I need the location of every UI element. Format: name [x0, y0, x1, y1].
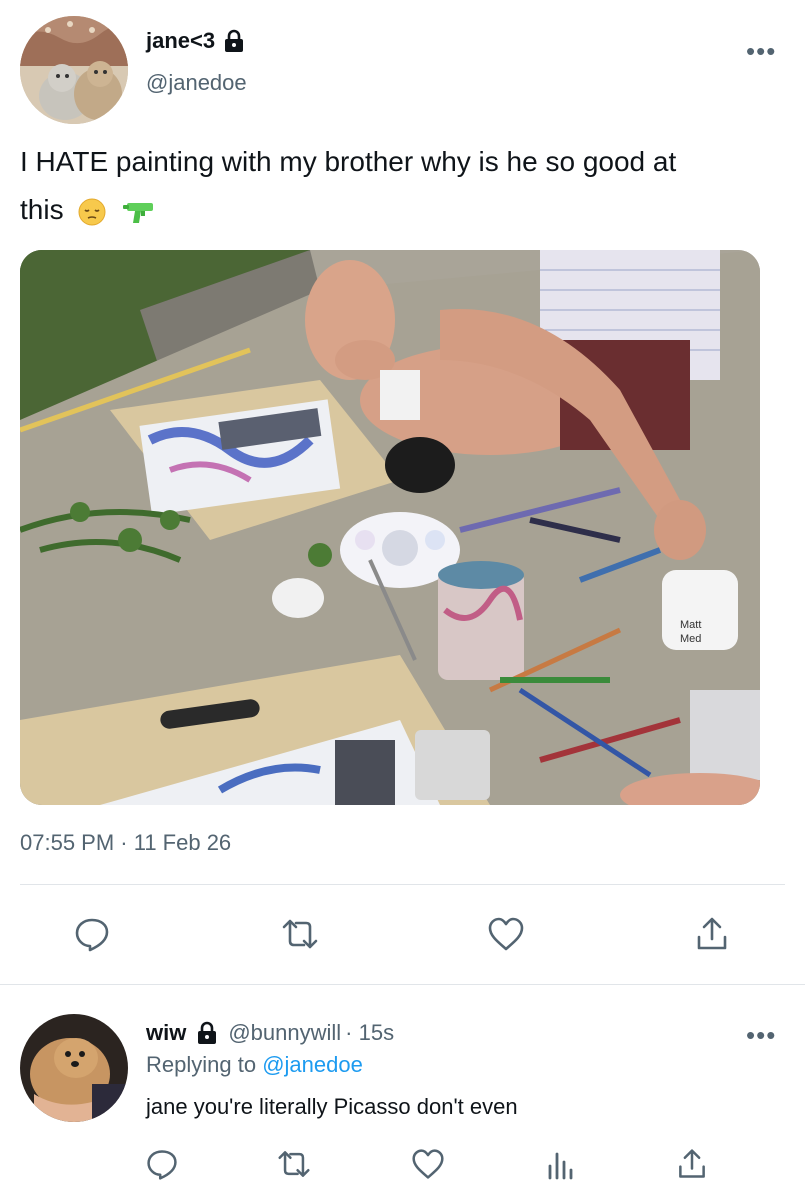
reply-reply-button[interactable]: [142, 1144, 182, 1184]
reply-more-options-icon[interactable]: •••: [746, 1022, 776, 1048]
retweet-button[interactable]: [278, 912, 322, 956]
lock-icon: [225, 29, 244, 52]
replying-to-link[interactable]: @janedoe: [262, 1052, 363, 1077]
reply-display-name[interactable]: wiw: [146, 1020, 186, 1046]
reply-time[interactable]: · 15s: [345, 1020, 394, 1046]
reply-handle[interactable]: @bunnywill: [228, 1020, 341, 1046]
pensive-face-emoji-icon: [78, 198, 106, 226]
tweet-timestamp[interactable]: 07:55 PM · 11 Feb 26: [20, 830, 231, 856]
share-button[interactable]: [690, 912, 734, 956]
reply-analytics-button[interactable]: [540, 1144, 580, 1184]
like-icon: [488, 917, 524, 951]
like-button[interactable]: [484, 912, 528, 956]
reply-share-button[interactable]: [672, 1144, 712, 1184]
more-options-icon[interactable]: •••: [746, 38, 776, 64]
retweet-icon: [278, 1151, 310, 1177]
water-pistol-emoji-icon: [123, 202, 154, 223]
like-icon: [412, 1149, 444, 1179]
tweet-text-line-1: I HATE painting with my brother why is h…: [20, 146, 677, 177]
photo-painting-scene: Matt Med: [20, 250, 760, 805]
reply-retweet-button[interactable]: [274, 1144, 314, 1184]
share-icon: [697, 917, 727, 950]
svg-text:Med: Med: [680, 633, 701, 645]
reply-author-row: wiw @bunnywill · 15s: [146, 1020, 394, 1046]
replying-to: Replying to @janedoe: [146, 1052, 363, 1078]
tweet-text: I HATE painting with my brother why is h…: [20, 138, 790, 234]
reply-like-button[interactable]: [408, 1144, 448, 1184]
author-display-name: jane<3: [146, 28, 216, 53]
avatar-photo: [20, 1014, 128, 1122]
tweet-text-line-2: this: [20, 194, 64, 225]
divider: [0, 984, 805, 985]
retweet-icon: [282, 919, 318, 949]
author-handle[interactable]: @janedoe: [146, 70, 247, 96]
divider: [20, 884, 785, 885]
reply-author-avatar[interactable]: [20, 1014, 128, 1122]
author-name[interactable]: jane<3: [146, 28, 245, 54]
reply-icon: [75, 918, 109, 952]
reply-icon: [147, 1150, 177, 1180]
author-avatar[interactable]: [20, 16, 128, 124]
tweet-photo[interactable]: Matt Med: [20, 250, 760, 805]
reply-text: jane you're literally Picasso don't even: [146, 1094, 518, 1119]
share-icon: [679, 1149, 705, 1178]
tweet-text-line-2-wrap: this: [20, 186, 790, 234]
reply-button[interactable]: [70, 912, 114, 956]
lock-icon: [198, 1021, 217, 1044]
analytics-icon: [548, 1152, 573, 1180]
svg-text:Matt: Matt: [680, 619, 701, 631]
avatar-photo: [20, 16, 128, 124]
replying-to-prefix: Replying to: [146, 1052, 257, 1077]
